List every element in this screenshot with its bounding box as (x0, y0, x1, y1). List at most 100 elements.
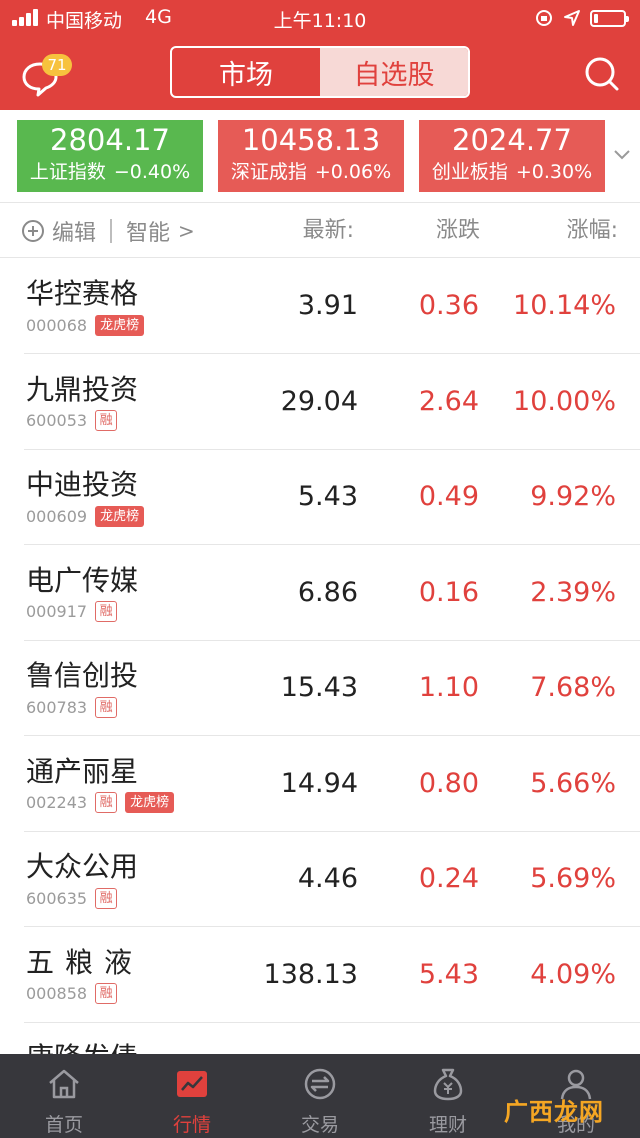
index-name: 上证指数 (29, 161, 106, 183)
app-header: 中国移动 4G 上午11:10 71 市场 自选股 (0, 0, 640, 110)
index-card-sz[interactable]: 10458.13 深证成指 +0.06% (218, 120, 404, 192)
table-row[interactable]: 通产丽星 002243 融龙虎榜 14.94 0.80 5.66% (0, 736, 640, 832)
index-value: 2804.17 (50, 123, 170, 157)
home-icon (49, 1069, 79, 1099)
price-change: 2.64 (418, 385, 479, 417)
tab-label: 交易 (300, 1114, 339, 1136)
smart-sort-button[interactable]: 智能 (126, 215, 170, 247)
table-row[interactable]: 大众公用 600635 融 4.46 0.24 5.69% (0, 831, 640, 927)
last-price: 138.13 (263, 958, 358, 990)
index-change: −0.40% (113, 161, 191, 183)
change-percent: 10.14% (513, 290, 616, 321)
index-card-sh[interactable]: 2804.17 上证指数 −0.40% (17, 120, 203, 192)
battery-icon (590, 9, 629, 27)
last-price: 3.91 (297, 290, 358, 321)
change-percent: 7.68% (530, 672, 616, 703)
index-name: 创业板指 (431, 161, 508, 183)
stock-code: 002243 (26, 793, 88, 812)
last-price: 14.94 (280, 767, 358, 799)
chevron-right-icon: > (178, 219, 195, 243)
stock-code: 600053 (26, 411, 88, 430)
stock-code: 000917 (26, 602, 88, 621)
change-percent: 4.09% (530, 958, 616, 990)
price-change: 0.36 (418, 290, 479, 321)
stock-name: 中迪投资 (26, 468, 139, 501)
change-percent: 5.69% (530, 863, 616, 894)
price-change: 0.49 (418, 481, 479, 512)
last-price: 6.86 (297, 576, 358, 608)
margin-trading-badge: 融 (95, 983, 118, 1004)
table-row[interactable]: 五粮液 000858 融 138.13 5.43 4.09% (0, 927, 640, 1023)
index-strip: 2804.17 上证指数 −0.40% 10458.13 深证成指 +0.06% 2… (0, 110, 640, 202)
stock-code: 600635 (26, 888, 88, 908)
last-price: 4.46 (297, 863, 358, 894)
stock-code: 000609 (26, 506, 88, 526)
margin-trading-badge: 融 (95, 887, 118, 909)
edit-button[interactable]: 编辑 (52, 215, 96, 247)
tab-watchlist[interactable]: 自选股 (320, 48, 468, 96)
index-card-cyb[interactable]: 2024.77 创业板指 +0.30% (419, 120, 605, 192)
column-change[interactable]: 涨跌 (436, 203, 480, 259)
tab-home[interactable]: 首页 (0, 1054, 128, 1138)
add-circle-icon[interactable] (22, 220, 44, 242)
price-change: 5.43 (418, 958, 479, 990)
stock-code: 000858 (26, 984, 88, 1003)
trade-icon (304, 1068, 336, 1100)
column-last-price[interactable]: 最新: (303, 203, 354, 259)
tab-wealth[interactable]: 理财 (384, 1054, 512, 1138)
price-change: 1.10 (418, 672, 479, 703)
divider (110, 219, 113, 243)
last-price: 29.04 (280, 385, 358, 417)
tab-label: 理财 (428, 1114, 467, 1136)
table-row[interactable]: 中迪投资 000609 龙虎榜 5.43 0.49 9.92% (0, 449, 640, 545)
margin-trading-badge: 融 (95, 601, 118, 622)
dragon-tiger-badge: 龙虎榜 (95, 314, 145, 336)
stock-code: 600783 (26, 697, 88, 717)
table-row[interactable]: 电广传媒 000917 融 6.86 0.16 2.39% (0, 545, 640, 641)
index-value: 2024.77 (452, 123, 572, 157)
tab-market[interactable]: 市场 (172, 48, 320, 96)
table-row[interactable]: 鲁信创投 600783 融 15.43 1.10 7.68% (0, 640, 640, 736)
index-change: +0.06% (314, 161, 392, 183)
watermark-text: 广西龙网 (504, 1098, 604, 1126)
dragon-tiger-badge: 龙虎榜 (125, 792, 175, 813)
change-percent: 2.39% (530, 576, 616, 608)
tab-label: 首页 (44, 1114, 83, 1136)
table-row[interactable]: 九鼎投资 600053 融 29.04 2.64 10.00% (0, 354, 640, 450)
table-row[interactable]: 华控赛格 000068 龙虎榜 3.91 0.36 10.14% (0, 258, 640, 354)
change-percent: 10.00% (513, 385, 616, 417)
price-change: 0.80 (418, 767, 479, 799)
search-button[interactable] (582, 54, 622, 94)
column-change-pct[interactable]: 涨幅: (567, 203, 618, 259)
market-chart-icon (177, 1071, 207, 1097)
change-percent: 9.92% (530, 481, 616, 512)
last-price: 5.43 (297, 481, 358, 512)
stock-name: 大众公用 (26, 850, 139, 883)
orientation-lock-icon (534, 8, 554, 28)
margin-trading-badge: 融 (95, 792, 118, 813)
price-change: 0.16 (418, 576, 479, 608)
message-count-badge: 71 (42, 54, 72, 76)
stock-name: 五粮液 (26, 945, 144, 979)
tab-trade[interactable]: 交易 (256, 1054, 384, 1138)
wealth-icon (433, 1068, 463, 1101)
location-icon (562, 8, 582, 28)
margin-trading-badge: 融 (95, 410, 118, 431)
stock-name: 电广传媒 (26, 563, 139, 597)
stock-name: 九鼎投资 (26, 372, 139, 406)
stock-name: 鲁信创投 (26, 659, 139, 692)
stock-name: 康隆发债 (26, 1036, 138, 1054)
stock-name: 通产丽星 (26, 754, 139, 788)
messages-button[interactable]: 71 (20, 54, 76, 98)
index-name: 深证成指 (230, 161, 307, 183)
search-icon (585, 57, 619, 91)
index-value: 10458.13 (241, 123, 381, 157)
list-column-header: 编辑 智能 > 最新: 涨跌 涨幅: (0, 202, 640, 258)
tab-market-quotes[interactable]: 行情 (128, 1054, 256, 1138)
segment-control: 市场 自选股 (170, 46, 470, 98)
table-row[interactable]: 康隆发债 (0, 1022, 640, 1054)
margin-trading-badge: 融 (95, 696, 118, 718)
last-price: 15.43 (280, 672, 358, 703)
stock-name: 华控赛格 (26, 277, 139, 310)
chevron-down-icon[interactable] (612, 148, 632, 162)
